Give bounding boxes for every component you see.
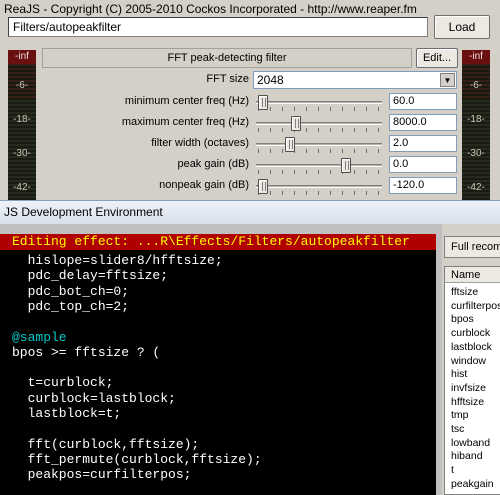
slider-label: minimum center freq (Hz) <box>124 95 249 107</box>
slider-label: filter width (octaves) <box>151 137 249 149</box>
code-line: curblock=lastblock; <box>12 390 176 406</box>
variable-item[interactable]: fftsize <box>451 286 478 299</box>
fft-size-label: FFT size <box>206 73 249 85</box>
variable-item[interactable]: hfftsize <box>451 396 484 409</box>
code-line: bpos >= fftsize ? ( <box>12 344 161 360</box>
slider-label: nonpeak gain (dB) <box>159 179 249 191</box>
slider-thumb[interactable] <box>290 116 301 131</box>
column-header-name[interactable]: Name <box>445 267 500 283</box>
code-line: pdc_top_ch=2; <box>12 298 130 314</box>
chevron-down-icon[interactable]: ▼ <box>440 73 455 87</box>
slider-ticks <box>258 191 380 195</box>
code-line: t=curblock; <box>12 375 114 391</box>
code-line: @sample <box>12 329 67 345</box>
slider-ticks <box>258 149 380 153</box>
slider-thumb[interactable] <box>258 95 269 110</box>
variable-item[interactable]: window <box>451 355 486 368</box>
load-button[interactable]: Load <box>434 15 490 39</box>
slider-thumb[interactable] <box>285 137 295 152</box>
slider-ticks <box>258 170 380 174</box>
slider-value-field[interactable]: 2.0 <box>389 135 457 152</box>
code-line: lastblock=t; <box>12 406 122 421</box>
code-editor[interactable]: Editing effect: ...R\Effects/Filters/aut… <box>0 234 436 495</box>
meter-tick: -6- <box>15 80 29 91</box>
slider-label: maximum center freq (Hz) <box>121 116 249 128</box>
reajs-window: ReaJS - Copyright (C) 2005-2010 Cockos I… <box>0 0 500 200</box>
slider-track[interactable] <box>256 122 382 125</box>
code-line: pdc_delay=fftsize; <box>12 268 169 284</box>
slider-track[interactable] <box>256 143 382 146</box>
edit-button[interactable]: Edit... <box>416 48 458 68</box>
full-recompile-checkbox[interactable]: Full recomp <box>444 236 500 258</box>
js-dev-title: JS Development Environment <box>0 200 500 224</box>
code-line: peakpos=curfilterpos; <box>12 467 192 483</box>
slider-ticks <box>258 128 380 132</box>
slider-value-field[interactable]: 60.0 <box>389 93 457 110</box>
code-line: fft(curblock,fftsize); <box>12 436 200 452</box>
variable-item[interactable]: bpos <box>451 313 474 326</box>
slider-track[interactable] <box>256 164 382 167</box>
slider-nonpeak-gain: nonpeak gain (dB) -120.0 <box>0 176 500 196</box>
slider-track[interactable] <box>256 185 382 188</box>
variable-item[interactable]: lastblock <box>451 341 492 354</box>
slider-thumb[interactable] <box>258 179 269 194</box>
variable-item[interactable]: hiband <box>451 450 483 463</box>
variable-item[interactable]: invfsize <box>451 382 486 395</box>
editor-status-bar: Editing effect: ...R\Effects/Filters/aut… <box>0 234 436 250</box>
meter-tick: -6- <box>469 80 483 91</box>
slider-min-center-freq: minimum center freq (Hz) 60.0 <box>0 92 500 112</box>
slider-value-field[interactable]: -120.0 <box>389 177 457 194</box>
code-line: pdc_bot_ch=0; <box>12 283 130 299</box>
code-line: hislope=slider8/hfftsize; <box>12 253 223 268</box>
variables-panel: Full recomp Name fftsizecurfilterposbpos… <box>442 224 500 495</box>
slider-max-center-freq: maximum center freq (Hz) 8000.0 <box>0 113 500 133</box>
effect-name: FFT peak-detecting filter <box>42 48 412 68</box>
slider-thumb[interactable] <box>340 158 351 173</box>
variable-item[interactable]: lowband <box>451 437 490 450</box>
variable-item[interactable]: tsc <box>451 423 464 436</box>
reajs-title: ReaJS - Copyright (C) 2005-2010 Cockos I… <box>0 0 500 18</box>
fft-size-value: 2048 <box>257 73 284 87</box>
variable-item[interactable]: curblock <box>451 327 490 340</box>
slider-track[interactable] <box>256 101 382 104</box>
slider-value-field[interactable]: 0.0 <box>389 156 457 173</box>
variable-list[interactable]: Name fftsize curfilterpos bpos curblock last… <box>444 266 500 495</box>
slider-label: peak gain (dB) <box>177 158 249 170</box>
code-line: fft_permute(curblock,fftsize); <box>12 451 262 467</box>
variable-item[interactable]: curfilterpos <box>451 300 500 313</box>
slider-filter-width: filter width (octaves) 2.0 <box>0 134 500 154</box>
meter-peak-label: -inf <box>8 50 36 64</box>
effect-path-field[interactable]: Filters/autopeakfilter <box>8 17 428 37</box>
screen: ReaJS - Copyright (C) 2005-2010 Cockos I… <box>0 0 500 495</box>
meter-peak-label: -inf <box>462 50 490 64</box>
fft-size-select[interactable]: 2048 ▼ <box>253 71 457 89</box>
js-dev-window: JS Development Environment Editing effec… <box>0 200 500 495</box>
slider-ticks <box>258 107 380 111</box>
variable-item[interactable]: peakgain <box>451 478 494 491</box>
slider-value-field[interactable]: 8000.0 <box>389 114 457 131</box>
variable-item[interactable]: hist <box>451 368 467 381</box>
variable-item[interactable]: tmp <box>451 409 469 422</box>
variable-item[interactable]: t <box>451 464 454 477</box>
slider-peak-gain: peak gain (dB) 0.0 <box>0 155 500 175</box>
